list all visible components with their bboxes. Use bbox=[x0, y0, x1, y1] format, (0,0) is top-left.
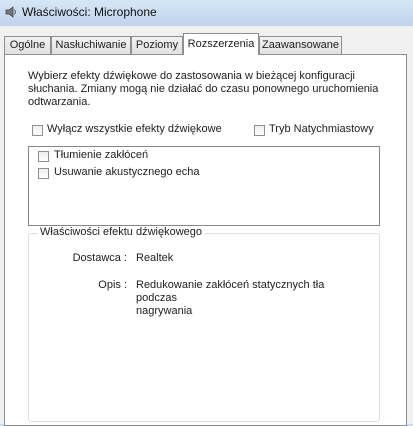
immediate-mode-checkbox[interactable] bbox=[254, 125, 265, 136]
description-line: słuchania. Zmiany mogą nie działać do cz… bbox=[28, 83, 379, 95]
enhancements-panel: Wybierz efekty dźwiękowe do zastosowania… bbox=[4, 54, 407, 426]
description-value: Redukowanie zakłóceń statycznych tła pod… bbox=[136, 279, 366, 318]
tab-levels[interactable]: Poziomy bbox=[131, 36, 183, 54]
provider-label: Dostawca : bbox=[72, 252, 127, 264]
effect-label-echo-cancellation[interactable]: Usuwanie akustycznego echa bbox=[54, 166, 200, 178]
window-title: Właściwości: Microphone bbox=[22, 5, 157, 19]
effects-list[interactable]: Tłumienie zakłóceń Usuwanie akustycznego… bbox=[28, 146, 380, 226]
description-line: odtwarzania. bbox=[28, 96, 91, 108]
description-value-line: Redukowanie zakłóceń statycznych tła pod… bbox=[136, 279, 325, 304]
description-value-line: nagrywania bbox=[136, 305, 193, 317]
effect-label-noise-suppression[interactable]: Tłumienie zakłóceń bbox=[54, 149, 148, 161]
echo-cancellation-checkbox[interactable] bbox=[38, 168, 49, 179]
effect-properties-group: Właściwości efektu dźwiękowego Dostawca … bbox=[28, 226, 380, 422]
description-label: Opis : bbox=[98, 279, 127, 291]
speaker-icon bbox=[5, 6, 16, 18]
tab-enhancements[interactable]: Rozszerzenia bbox=[183, 33, 259, 55]
dialog-client-area: Ogólne Nasłuchiwanie Poziomy Rozszerzeni… bbox=[0, 26, 413, 426]
tab-advanced[interactable]: Zaawansowane bbox=[259, 36, 342, 54]
disable-all-checkbox[interactable] bbox=[32, 125, 43, 136]
title-bar[interactable]: Właściwości: Microphone bbox=[0, 0, 413, 26]
description-line: Wybierz efekty dźwiękowe do zastosowania… bbox=[28, 70, 355, 82]
immediate-mode-label[interactable]: Tryb Natychmiastowy bbox=[269, 123, 374, 135]
disable-all-label[interactable]: Wyłącz wszystkie efekty dźwiękowe bbox=[47, 123, 222, 135]
enhancements-description: Wybierz efekty dźwiękowe do zastosowania… bbox=[28, 70, 388, 109]
tab-general[interactable]: Ogólne bbox=[4, 36, 51, 54]
provider-value: Realtek bbox=[136, 252, 174, 264]
tab-listen[interactable]: Nasłuchiwanie bbox=[51, 36, 131, 54]
effect-properties-title: Właściwości efektu dźwiękowego bbox=[37, 226, 206, 238]
noise-suppression-checkbox[interactable] bbox=[38, 151, 49, 162]
